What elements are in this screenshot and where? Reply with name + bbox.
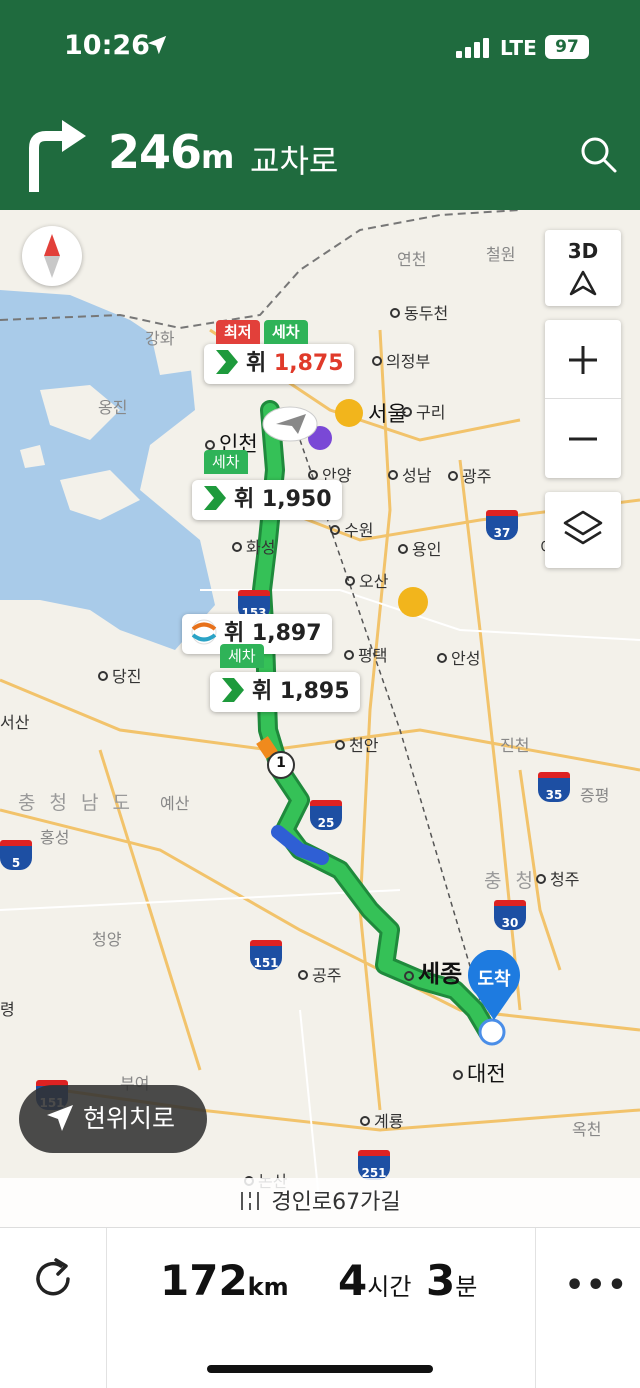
turn-right-arrow-icon [29,120,86,192]
highway-shield: 25 [310,800,342,830]
layers-icon [563,510,603,545]
lowest-badge: 최저 [216,320,260,344]
layers-button[interactable] [545,492,621,568]
battery-indicator: 97 [545,35,589,59]
place-label: 당진 [98,663,141,687]
car-wash-badge: 세차 [220,644,264,668]
network-type: LTE [500,36,537,60]
minus-icon [569,437,597,441]
destination-label: 도착 [477,969,511,990]
place-label: 평택 [344,642,387,666]
place-label: 공주 [298,962,341,986]
zoom-controls [545,320,621,478]
place-label: 천안 [335,732,378,756]
location-arrow-icon [147,35,167,55]
place-label: 홍성 [40,828,70,847]
place-label: 계룡 [360,1108,403,1132]
region-label: 충 청 [484,870,537,892]
car-wash-badge: 세차 [264,320,308,344]
3d-toggle-button[interactable]: 3D [545,230,621,306]
3d-label: 3D [567,239,599,263]
current-location-button[interactable]: 현위치로 [19,1085,207,1153]
place-label: 옥천 [572,1120,602,1139]
car-wash-badge: 세차 [204,450,248,474]
place-label: 서산 [0,713,30,732]
current-road-bar: 경인로67가길 [0,1178,640,1227]
location-arrow-icon [47,1105,73,1131]
remaining-distance: 172km [160,1256,289,1305]
highway-shield: 30 [494,900,526,930]
toll-marker: 1 [276,755,286,771]
place-label: 동두천 [390,300,448,324]
chevron-brand-icon [222,678,244,702]
highway-shield: 35 [538,772,570,802]
divider [106,1228,107,1388]
place-label: 청주 [536,866,579,890]
swirl-brand-icon [191,619,217,645]
turn-distance: 246m [108,125,234,179]
place-label: 옹진 [98,398,128,417]
place-label: 예산 [160,794,190,813]
divider [535,1228,536,1388]
place-label: 의정부 [372,348,430,372]
place-label: 령 [0,1000,15,1019]
region-label: 충 청 남 도 [18,792,135,814]
place-label: 강화 [145,329,175,348]
zoom-in-button[interactable] [545,320,621,399]
place-label: 진천 [500,736,530,755]
trip-summary-bar: 172km 4시간 3분 ••• [0,1227,640,1388]
highway-shield: 151 [250,940,282,970]
chevron-brand-icon [204,486,226,510]
place-label: 화성 [232,534,275,558]
place-label: 성남 [388,462,431,486]
zoom-out-button[interactable] [545,399,621,478]
gas-station-price-tag[interactable]: 최저 세차 휘 1,875 [204,320,354,384]
compass-needle-icon [44,234,60,278]
place-label: 청양 [92,930,122,949]
search-icon[interactable] [578,134,618,174]
signal-bars-icon [456,38,489,58]
turn-name: 교차로 [250,142,339,180]
place-label: 광주 [448,463,491,487]
plus-icon [569,346,597,374]
place-label: 용인 [398,536,441,560]
map-view[interactable]: 연천 철원 동두천 강화 의정부 옹진 서울 구리 인천 안양 성남 광주 수원… [0,210,640,1227]
place-label: 철원 [486,245,516,264]
gas-station-price-tag[interactable]: 휘 1,950 [192,480,342,520]
navigation-arrow-icon [569,270,597,296]
highway-shield: 251 [358,1150,390,1180]
current-position-arrow-icon [262,406,318,442]
compass-button[interactable] [22,226,82,286]
chevron-brand-icon [216,350,238,374]
current-location-label: 현위치로 [83,1104,176,1133]
remaining-time: 4시간 3분 [338,1256,478,1305]
place-label: 대전 [453,1058,506,1088]
place-label: 수원 [330,517,373,541]
navigation-header: 10:26 LTE 97 246m 교차로 [0,0,640,210]
place-label: 서울 [368,402,407,426]
gas-station-price-tag[interactable]: 휘 1,895 [210,672,360,712]
place-label: 구리 [402,399,445,423]
refresh-icon[interactable] [30,1256,76,1302]
more-options-button[interactable]: ••• [565,1268,629,1303]
home-indicator [207,1365,433,1373]
place-label: 세종 [404,954,462,989]
highway-shield: 5 [0,840,32,870]
highway-shield: 37 [486,510,518,540]
place-label: 증평 [580,786,610,805]
place-label: 연천 [397,250,427,269]
status-time: 10:26 [64,30,150,61]
road-icon [239,1181,261,1210]
current-road-name: 경인로67가길 [271,1190,401,1215]
place-label: 안성 [437,645,480,669]
place-label: 오산 [345,568,388,592]
